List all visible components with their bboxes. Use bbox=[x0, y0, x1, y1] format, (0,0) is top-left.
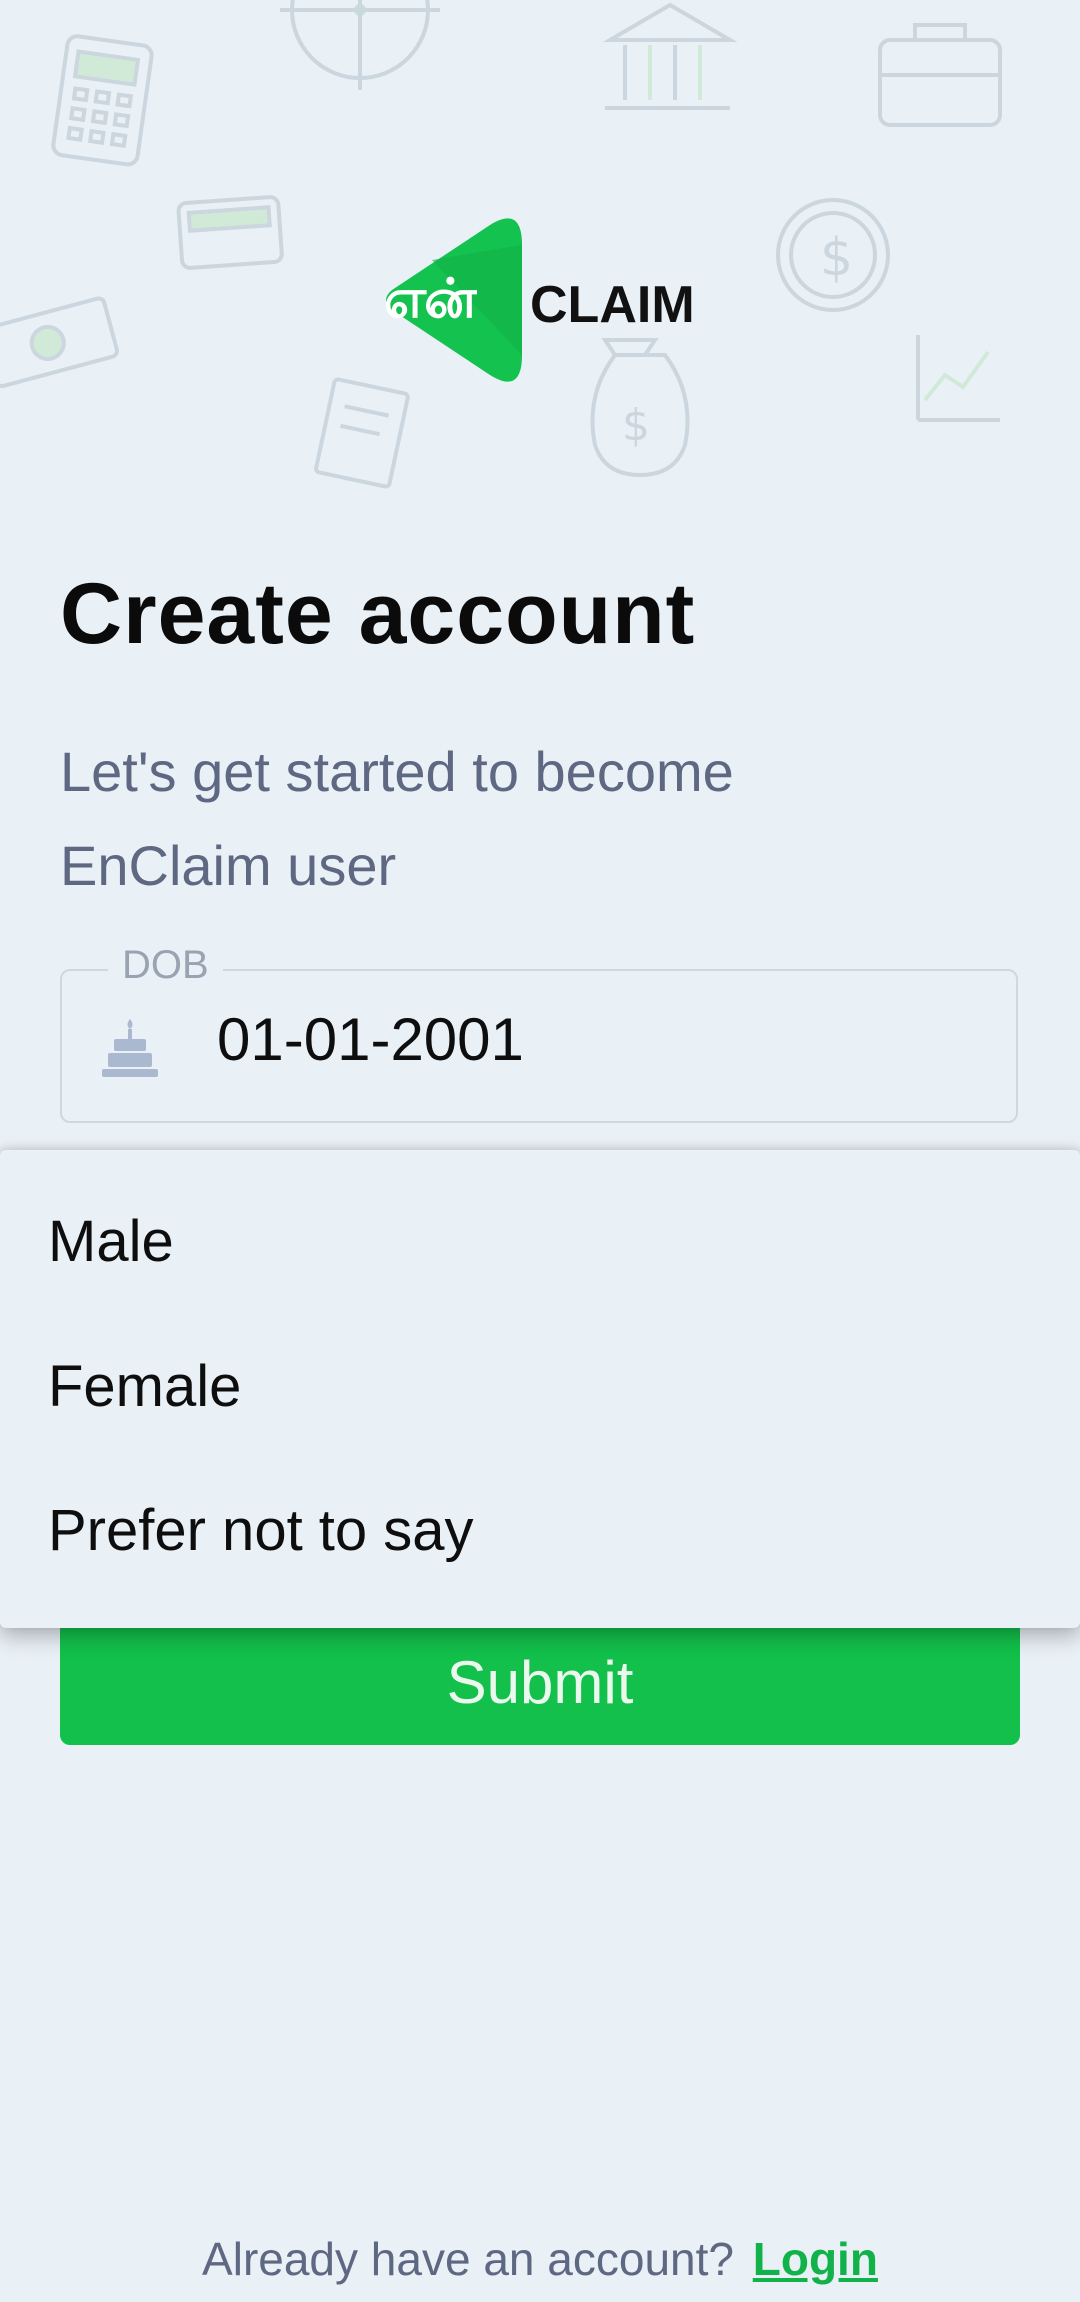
card-doodle-icon bbox=[176, 195, 284, 270]
dob-label: DOB bbox=[108, 943, 223, 988]
cake-icon bbox=[102, 1019, 158, 1077]
login-prompt-text: Already have an account? bbox=[202, 2233, 734, 2285]
enclaim-logo: என் CLAIM bbox=[372, 215, 712, 385]
gender-option-female[interactable]: Female bbox=[48, 1353, 241, 1420]
briefcase-doodle-icon bbox=[878, 23, 1002, 127]
login-prompt: Already have an account? Login bbox=[0, 2232, 1080, 2286]
dob-field[interactable]: DOB 01-01-2001 bbox=[60, 943, 1018, 1123]
bank-doodle-icon bbox=[602, 2, 738, 110]
svg-text:$: $ bbox=[622, 400, 650, 451]
logo-tamil-text: என் bbox=[384, 267, 476, 330]
calculator-doodle-icon bbox=[51, 34, 154, 167]
chart-doodle-icon bbox=[916, 335, 1000, 422]
receipt-doodle-icon bbox=[314, 377, 410, 489]
cash-doodle-icon bbox=[0, 296, 119, 389]
gender-option-prefer-not-to-say[interactable]: Prefer not to say bbox=[48, 1497, 474, 1564]
target-doodle-icon bbox=[280, 0, 440, 90]
svg-text:$: $ bbox=[820, 228, 853, 288]
dob-value: 01-01-2001 bbox=[217, 1006, 524, 1073]
gender-option-male[interactable]: Male bbox=[48, 1208, 174, 1275]
page-title: Create account bbox=[60, 566, 696, 662]
page-subtitle: Let's get started to become EnClaim user bbox=[60, 740, 734, 897]
login-link[interactable]: Login bbox=[753, 2233, 878, 2285]
gender-dropdown-menu: Male Female Prefer not to say bbox=[0, 1150, 1080, 1628]
logo-brand-text: CLAIM bbox=[530, 276, 695, 334]
coin-doodle-icon: $ bbox=[776, 198, 890, 312]
